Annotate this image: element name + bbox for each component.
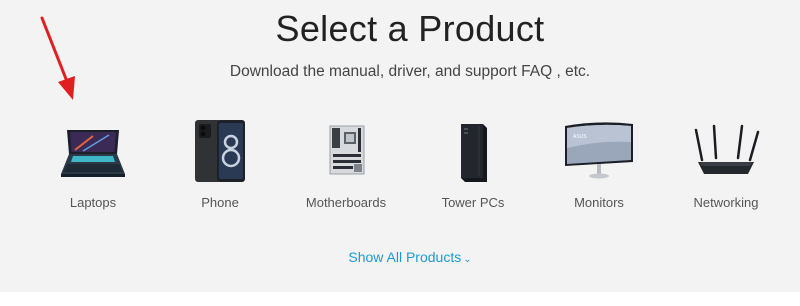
product-phone[interactable]: Phone <box>160 118 280 218</box>
product-label: Laptops <box>69 195 117 210</box>
phone-icon <box>160 118 280 188</box>
page-title: Select a Product <box>275 8 545 49</box>
show-all-label: Show All Products <box>348 249 462 265</box>
laptop-icon <box>33 118 153 188</box>
monitor-icon: ASUS <box>539 118 659 188</box>
product-label: Motherboards <box>305 195 387 210</box>
page-subtitle: Download the manual, driver, and support… <box>229 63 591 80</box>
tower-pc-icon <box>413 118 533 188</box>
chevron-down-icon: ⌄ <box>463 254 472 265</box>
product-label: Tower PCs <box>441 195 505 210</box>
product-networking[interactable]: Networking <box>666 118 786 218</box>
router-icon <box>666 118 786 188</box>
motherboard-icon <box>286 118 406 188</box>
show-all-products-link[interactable]: Show All Products ⌄ <box>0 249 800 265</box>
svg-text:ASUS: ASUS <box>573 134 587 140</box>
product-selector-panel: Select a Product Download the manual, dr… <box>0 0 800 292</box>
product-label: Phone <box>201 195 239 210</box>
product-motherboards[interactable]: Motherboards <box>286 118 406 218</box>
product-monitors[interactable]: ASUS Monitors <box>539 118 659 218</box>
product-label: Networking <box>693 195 759 210</box>
product-tower-pcs[interactable]: Tower PCs <box>413 118 533 218</box>
product-laptops[interactable]: Laptops <box>33 118 153 218</box>
product-label: Monitors <box>574 195 624 210</box>
